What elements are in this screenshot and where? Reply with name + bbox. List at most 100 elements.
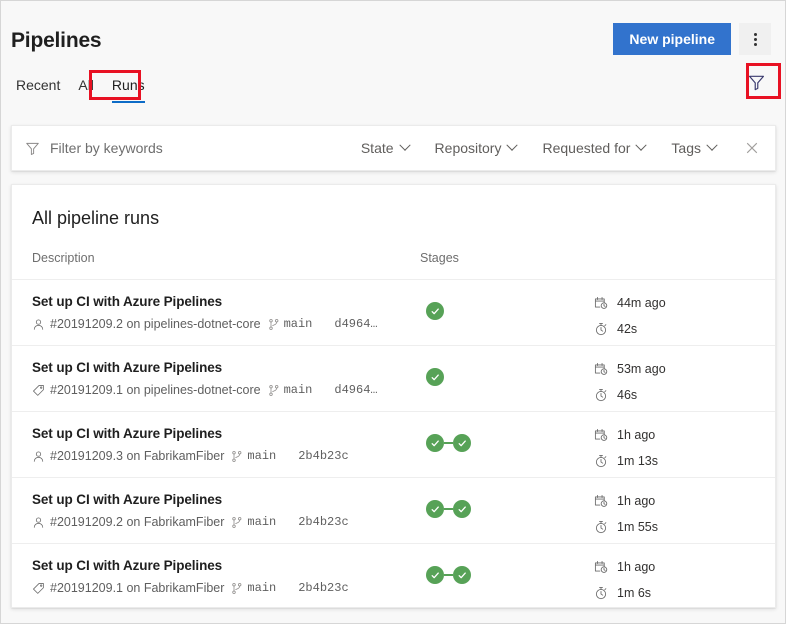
run-times: 1h ago1m 13s: [594, 425, 658, 471]
run-duration-label: 46s: [617, 388, 637, 402]
table-row[interactable]: Set up CI with Azure Pipelines #20191209.…: [12, 477, 775, 543]
tab-runs[interactable]: Runs: [103, 71, 154, 95]
person-icon: [32, 318, 45, 331]
tab-all-label: All: [78, 77, 94, 93]
run-times: 53m ago 46s: [594, 359, 666, 405]
run-id-label: #20191209.2 on FabrikamFiber: [50, 515, 224, 529]
card-title: All pipeline runs: [32, 208, 159, 229]
person-icon: [32, 450, 45, 463]
calendar-clock-icon: [594, 494, 608, 508]
header-actions: New pipeline: [613, 23, 771, 55]
person-icon: [32, 318, 45, 331]
filter-funnel-icon: [748, 74, 765, 91]
run-description: Set up CI with Azure Pipelines#20191209.…: [32, 426, 349, 463]
commit-hash-link[interactable]: d4964…: [334, 383, 377, 397]
person-icon: [32, 516, 45, 529]
commit-hash-link[interactable]: 2b4b23c: [298, 449, 348, 463]
stage-status-badge[interactable]: [426, 368, 444, 386]
more-actions-button[interactable]: [739, 23, 771, 55]
calendar-clock-icon: [594, 560, 608, 574]
filter-pickers: State Repository Requested for Tags: [348, 140, 775, 156]
stopwatch-icon: [594, 322, 608, 336]
search-input-placeholder: Filter by keywords: [50, 140, 163, 156]
branch-icon: [268, 318, 280, 331]
filter-toggle-button[interactable]: [743, 69, 769, 95]
stopwatch-icon: [594, 454, 610, 468]
run-name-link[interactable]: Set up CI with Azure Pipelines: [32, 360, 378, 375]
run-duration: 1m 6s: [594, 583, 655, 603]
column-header-stages: Stages: [420, 251, 459, 265]
filter-funnel-icon: [25, 141, 40, 156]
commit-hash-link[interactable]: 2b4b23c: [298, 581, 348, 595]
filter-clear-button[interactable]: [729, 140, 775, 156]
stage-status-badge[interactable]: [426, 302, 444, 320]
stage-connector: [444, 574, 453, 576]
person-icon: [32, 516, 45, 529]
run-description: Set up CI with Azure Pipelines #20191209.…: [32, 360, 378, 397]
filter-tags-dropdown[interactable]: Tags: [658, 140, 729, 156]
tab-all[interactable]: All: [69, 71, 103, 95]
stage-status-badge[interactable]: [453, 566, 471, 584]
branch-name-link[interactable]: main: [247, 449, 276, 463]
check-icon: [457, 438, 468, 449]
page-title: Pipelines: [11, 29, 101, 53]
filter-state-dropdown[interactable]: State: [348, 140, 422, 156]
table-row[interactable]: Set up CI with Azure Pipelines#20191209.…: [12, 279, 775, 345]
filter-repository-label: Repository: [435, 140, 502, 156]
chevron-down-icon: [706, 140, 717, 151]
run-name-link[interactable]: Set up CI with Azure Pipelines: [32, 492, 349, 507]
branch-name-link[interactable]: main: [284, 317, 313, 331]
commit-hash-link[interactable]: d4964…: [334, 317, 377, 331]
run-duration: 46s: [594, 385, 666, 405]
filter-repository-dropdown[interactable]: Repository: [422, 140, 530, 156]
check-icon: [430, 504, 441, 515]
tab-runs-label: Runs: [112, 77, 145, 93]
run-stages: [426, 368, 444, 386]
new-pipeline-button[interactable]: New pipeline: [613, 23, 731, 55]
stopwatch-icon: [594, 586, 608, 600]
calendar-clock-icon: [594, 296, 610, 310]
pipeline-runs-list: Set up CI with Azure Pipelines #20191209.…: [12, 279, 775, 608]
branch-icon: [268, 384, 280, 397]
branch-icon: [231, 582, 243, 595]
check-icon: [430, 570, 441, 581]
run-duration-label: 1m 13s: [617, 454, 658, 468]
calendar-clock-icon: [594, 362, 608, 376]
filter-tags-label: Tags: [671, 140, 701, 156]
filter-bar: Filter by keywords State Repository Requ…: [11, 125, 776, 171]
tab-recent[interactable]: Recent: [7, 71, 69, 95]
run-name-link[interactable]: Set up CI with Azure Pipelines: [32, 558, 349, 573]
run-created-time: 1h ago: [594, 557, 655, 577]
run-name-link[interactable]: Set up CI with Azure Pipelines: [32, 294, 378, 309]
stage-status-badge[interactable]: [453, 500, 471, 518]
run-created-time: 53m ago: [594, 359, 666, 379]
filter-requested-for-dropdown[interactable]: Requested for: [529, 140, 658, 156]
run-duration-label: 1m 6s: [617, 586, 651, 600]
tag-icon: [32, 384, 45, 397]
stage-status-badge[interactable]: [426, 566, 444, 584]
calendar-clock-icon: [594, 560, 610, 574]
run-duration-label: 42s: [617, 322, 637, 336]
more-vertical-icon: [754, 33, 757, 46]
calendar-clock-icon: [594, 428, 610, 442]
search-input[interactable]: Filter by keywords: [12, 126, 348, 170]
run-meta: #20191209.3 on FabrikamFibermain2b4b23c: [32, 449, 349, 463]
stopwatch-icon: [594, 388, 608, 402]
branch-name-link[interactable]: main: [284, 383, 313, 397]
table-row[interactable]: Set up CI with Azure Pipelines#20191209.…: [12, 411, 775, 477]
commit-hash-link[interactable]: 2b4b23c: [298, 515, 348, 529]
table-row[interactable]: Set up CI with Azure Pipelines #20191209.…: [12, 345, 775, 411]
branch-name-link[interactable]: main: [247, 581, 276, 595]
stage-connector: [444, 508, 453, 510]
run-meta: #20191209.2 on FabrikamFiber main 2b4b23c: [32, 515, 349, 529]
stopwatch-icon: [594, 388, 610, 402]
stage-status-badge[interactable]: [426, 434, 444, 452]
run-times: 44m ago42s: [594, 293, 666, 339]
branch-name-link[interactable]: main: [247, 515, 276, 529]
run-duration: 1m 13s: [594, 451, 658, 471]
stage-status-badge[interactable]: [426, 500, 444, 518]
run-meta: #20191209.1 on pipelines-dotnet-coremain…: [32, 383, 378, 397]
stage-status-badge[interactable]: [453, 434, 471, 452]
run-name-link[interactable]: Set up CI with Azure Pipelines: [32, 426, 349, 441]
table-row[interactable]: Set up CI with Azure Pipelines#20191209.…: [12, 543, 775, 608]
